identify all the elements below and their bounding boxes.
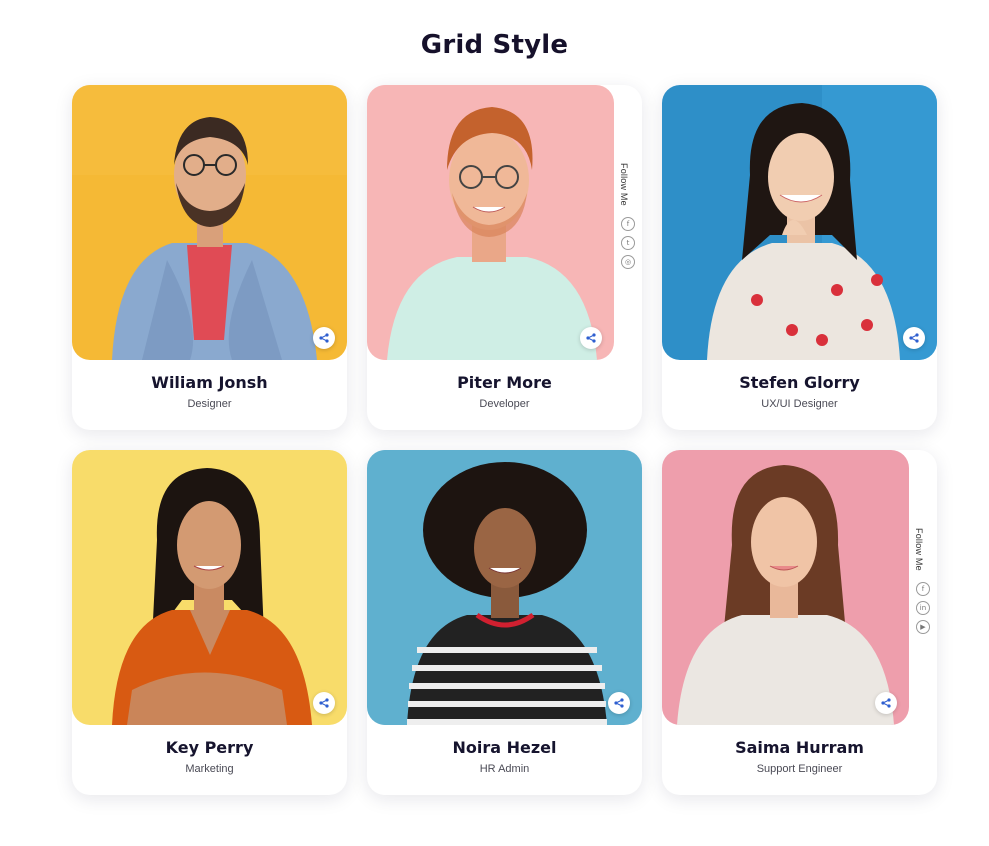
share-icon (614, 698, 624, 708)
share-button[interactable] (608, 692, 630, 714)
share-button[interactable] (313, 692, 335, 714)
social-rail: Follow Me f in ▶ (909, 450, 937, 725)
member-role: Support Engineer (756, 763, 843, 775)
portrait-image (72, 85, 347, 360)
follow-label: Follow Me (619, 163, 629, 206)
member-name: Wiliam Jonsh (151, 373, 268, 392)
member-photo (72, 450, 347, 725)
facebook-icon[interactable]: f (916, 582, 930, 596)
share-button[interactable] (580, 327, 602, 349)
team-card: Key Perry Marketing (72, 450, 347, 795)
member-name: Key Perry (165, 738, 254, 757)
page-title: Grid Style (420, 30, 569, 60)
member-role: Designer (187, 398, 232, 410)
portrait-image (367, 85, 614, 360)
team-card: Follow Me f t ◎ Piter More Developer (367, 85, 642, 430)
share-icon (586, 333, 596, 343)
member-role: Developer (479, 398, 530, 410)
member-role: Marketing (185, 763, 234, 775)
member-photo (367, 450, 642, 725)
member-name: Piter More (457, 373, 552, 392)
share-icon (319, 333, 329, 343)
member-photo (662, 85, 937, 360)
share-icon (881, 698, 891, 708)
share-icon (319, 698, 329, 708)
portrait-image (662, 450, 909, 725)
portrait-image (367, 450, 642, 725)
team-card: Wiliam Jonsh Designer (72, 85, 347, 430)
youtube-icon[interactable]: ▶ (916, 620, 930, 634)
member-name: Stefen Glorry (739, 373, 860, 392)
member-photo (72, 85, 347, 360)
share-icon (909, 333, 919, 343)
member-role: HR Admin (479, 763, 530, 775)
instagram-icon[interactable]: ◎ (621, 255, 635, 269)
share-button[interactable] (313, 327, 335, 349)
share-button[interactable] (875, 692, 897, 714)
portrait-image (662, 85, 937, 360)
member-name: Noira Hezel (452, 738, 557, 757)
team-card: Noira Hezel HR Admin (367, 450, 642, 795)
linkedin-icon[interactable]: in (916, 601, 930, 615)
portrait-image (72, 450, 347, 725)
member-photo (662, 450, 909, 725)
facebook-icon[interactable]: f (621, 217, 635, 231)
member-role: UX/UI Designer (761, 398, 838, 410)
social-rail: Follow Me f t ◎ (614, 85, 642, 360)
member-name: Saima Hurram (735, 738, 864, 757)
twitter-icon[interactable]: t (621, 236, 635, 250)
member-photo (367, 85, 614, 360)
follow-label: Follow Me (914, 528, 924, 571)
team-card: Follow Me f in ▶ Saima Hurram Support En… (662, 450, 937, 795)
team-card: Stefen Glorry UX/UI Designer (662, 85, 937, 430)
share-button[interactable] (903, 327, 925, 349)
